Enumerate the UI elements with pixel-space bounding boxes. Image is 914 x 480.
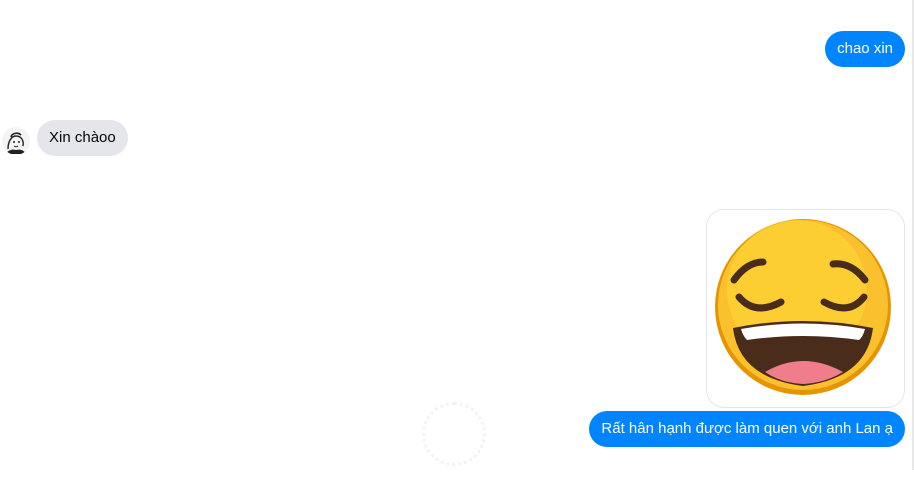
sender-avatar[interactable]: [2, 127, 30, 155]
outgoing-message-bubble[interactable]: Rất hân hạnh được làm quen với anh Lan ạ: [589, 411, 905, 447]
chat-thread: chao xin Xin chàoo Rất hân hạnh được làm…: [0, 0, 914, 480]
user-avatar-icon: [2, 127, 30, 155]
incoming-message-bubble[interactable]: Xin chàoo: [37, 120, 128, 156]
image-message[interactable]: [706, 209, 905, 408]
loading-spinner-icon: [422, 402, 486, 466]
relieved-laughing-face-emoji-icon: [715, 219, 891, 395]
outgoing-message-bubble[interactable]: chao xin: [825, 31, 905, 67]
